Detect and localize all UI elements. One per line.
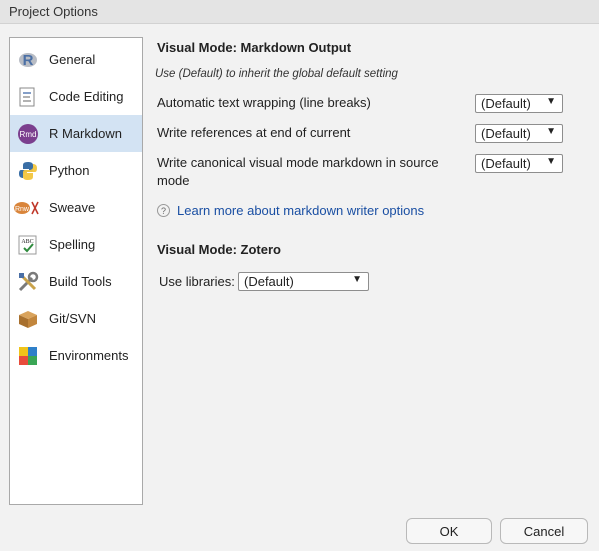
select-value: (Default) xyxy=(481,126,531,141)
dropdown-arrow-icon: ▼ xyxy=(546,156,556,167)
dropdown-arrow-icon: ▼ xyxy=(546,126,556,137)
references-select[interactable]: (Default) ▼ xyxy=(475,124,563,143)
option-label-text-wrapping: Automatic text wrapping (line breaks) xyxy=(157,95,371,110)
sidebar-item-label: Sweave xyxy=(49,200,96,215)
python-icon xyxy=(17,160,39,182)
inherit-note: Use (Default) to inherit the global defa… xyxy=(155,68,398,80)
build-tools-icon xyxy=(17,271,39,293)
rmd-icon: Rmd xyxy=(17,123,39,145)
sidebar-item-environments[interactable]: Environments xyxy=(10,337,142,374)
sidebar-item-label: Build Tools xyxy=(49,274,112,289)
window-title: Project Options xyxy=(9,4,98,19)
select-value: (Default) xyxy=(481,96,531,111)
select-value: (Default) xyxy=(244,274,294,289)
sidebar-item-spelling[interactable]: ABC Spelling xyxy=(10,226,142,263)
sidebar-item-python[interactable]: Python xyxy=(10,152,142,189)
cancel-button[interactable]: Cancel xyxy=(500,518,588,544)
sidebar-item-label: R Markdown xyxy=(49,126,122,141)
text-wrapping-select[interactable]: (Default) ▼ xyxy=(475,94,563,113)
help-icon: ? xyxy=(157,204,170,217)
sidebar-item-label: Python xyxy=(49,163,90,178)
dropdown-arrow-icon: ▼ xyxy=(352,274,362,285)
option-label-canonical: Write canonical visual mode markdown in … xyxy=(157,155,439,188)
help-row: ? Learn more about markdown writer optio… xyxy=(157,203,424,218)
zotero-heading: Visual Mode: Zotero xyxy=(157,242,281,257)
sidebar-item-label: Environments xyxy=(49,348,129,363)
libraries-label: Use libraries: xyxy=(159,274,235,289)
ok-button[interactable]: OK xyxy=(406,518,492,544)
select-value: (Default) xyxy=(481,156,531,171)
svg-text:Rnw: Rnw xyxy=(15,206,30,213)
sidebar-item-general[interactable]: R General xyxy=(10,41,142,78)
svg-text:Rmd: Rmd xyxy=(20,130,37,139)
r-logo-icon: R xyxy=(17,49,39,71)
markdown-output-heading: Visual Mode: Markdown Output xyxy=(157,40,352,55)
sidebar-item-sweave[interactable]: Rnw Sweave xyxy=(10,189,142,226)
sidebar-item-label: General xyxy=(49,52,96,67)
environments-icon xyxy=(17,345,39,367)
libraries-select[interactable]: (Default) ▼ xyxy=(238,272,369,291)
sidebar-item-build-tools[interactable]: Build Tools xyxy=(10,263,142,300)
dropdown-arrow-icon: ▼ xyxy=(546,96,556,107)
sidebar-item-git-svn[interactable]: Git/SVN xyxy=(10,300,142,337)
canonical-select[interactable]: (Default) ▼ xyxy=(475,154,563,173)
option-label-references: Write references at end of current xyxy=(157,125,351,140)
sidebar-item-code-editing[interactable]: Code Editing xyxy=(10,78,142,115)
sweave-icon: Rnw xyxy=(13,197,41,219)
spelling-icon: ABC xyxy=(17,234,39,256)
svg-text:R: R xyxy=(23,52,34,69)
sidebar: R General Code Editing Rmd R Markdown Py… xyxy=(9,37,143,505)
sidebar-item-r-markdown[interactable]: Rmd R Markdown xyxy=(10,115,142,152)
title-bar: Project Options xyxy=(0,0,599,24)
sidebar-item-label: Code Editing xyxy=(49,89,124,104)
learn-more-link[interactable]: Learn more about markdown writer options xyxy=(177,203,424,218)
git-svn-icon xyxy=(17,308,39,330)
sidebar-item-label: Spelling xyxy=(49,237,96,252)
code-editing-icon xyxy=(17,86,39,108)
sidebar-item-label: Git/SVN xyxy=(49,311,96,326)
